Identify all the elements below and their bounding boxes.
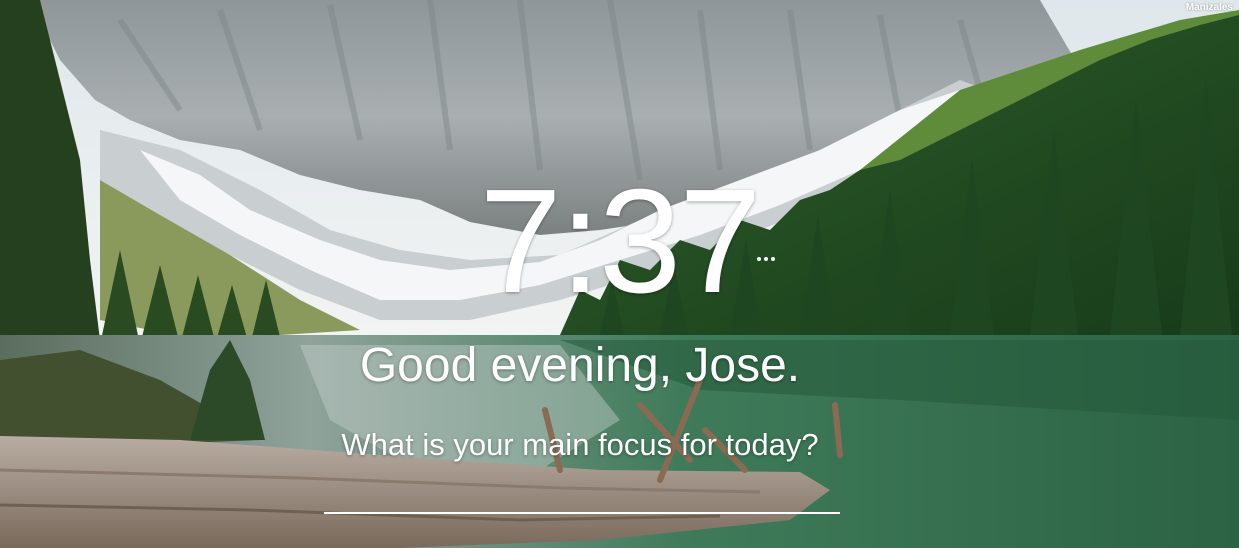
menu-dot [771, 257, 775, 261]
greeting-text: Good evening, Jose. [359, 339, 801, 392]
focus-question: What is your main focus for today? [341, 427, 819, 462]
more-horizontal-icon[interactable] [752, 252, 780, 266]
location-label[interactable]: Manizales [1186, 2, 1233, 13]
menu-dot [757, 257, 761, 261]
focus-input[interactable] [324, 474, 840, 514]
clock-time: 7:37 [479, 159, 761, 324]
dashboard: Manizales 7:37 Good evening, Jose. What … [0, 0, 1239, 548]
menu-dot [764, 257, 768, 261]
